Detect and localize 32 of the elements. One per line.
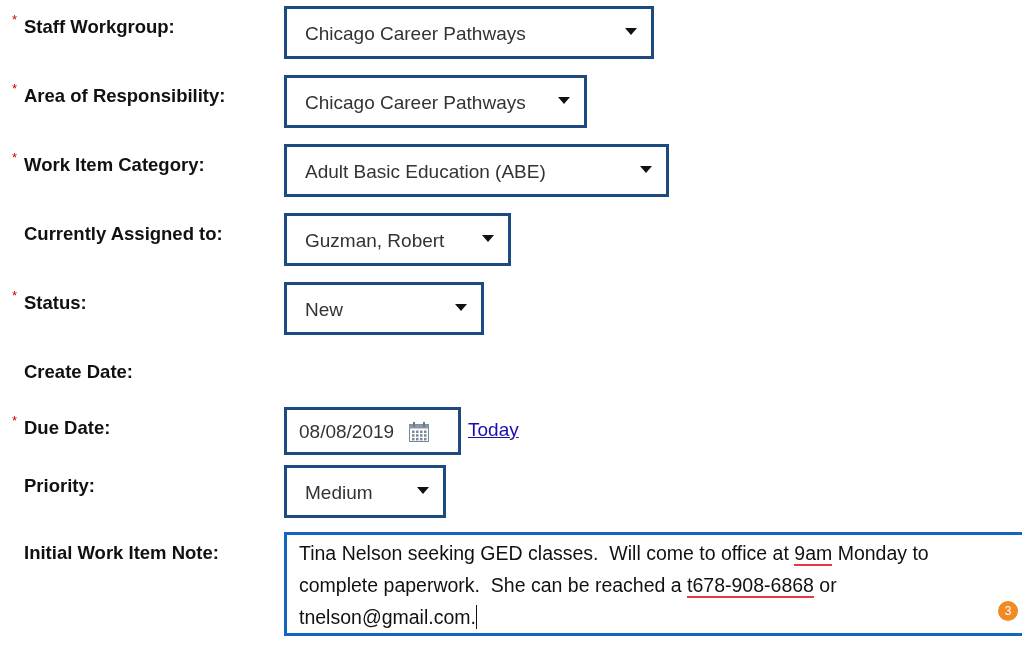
caret-icon — [482, 235, 494, 242]
caret-icon — [558, 97, 570, 104]
required-mark: * — [12, 151, 19, 164]
required-mark: * — [12, 13, 19, 26]
dropdown[interactable]: Chicago Career Pathways — [284, 75, 587, 128]
date-field[interactable]: 08/08/2019 — [284, 407, 461, 455]
field-label: Create Date: — [24, 360, 133, 384]
dropdown[interactable]: Medium — [284, 465, 446, 518]
calendar-icon[interactable] — [408, 421, 431, 443]
caret-icon — [640, 166, 652, 173]
field-label: Currently Assigned to: — [24, 222, 223, 246]
note-textarea[interactable]: Tina Nelson seeking GED classes. Will come to office at 9am Monday to complete paperwork. She can be reached a t678-908-6868 or tnelson@gmail.com. 3 — [284, 532, 1022, 636]
field-label: Initial Work Item Note: — [24, 541, 219, 565]
field-label: Staff Workgroup: — [24, 15, 175, 39]
today-link[interactable]: Today — [468, 416, 519, 445]
caret-icon — [455, 304, 467, 311]
dropdown[interactable]: Adult Basic Education (ABE) — [284, 144, 669, 197]
caret-icon — [417, 487, 429, 494]
dropdown[interactable]: Guzman, Robert — [284, 213, 511, 266]
required-mark: * — [12, 82, 19, 95]
count-badge: 3 — [998, 601, 1018, 621]
field-label: Area of Responsibility: — [24, 84, 226, 108]
required-mark: * — [12, 289, 19, 302]
field-label: Priority: — [24, 474, 95, 498]
dropdown[interactable]: New — [284, 282, 484, 335]
text-cursor — [475, 605, 477, 629]
field-label: Work Item Category: — [24, 153, 205, 177]
dropdown[interactable]: Chicago Career Pathways — [284, 6, 654, 59]
field-label: Status: — [24, 291, 87, 315]
required-mark: * — [12, 414, 19, 427]
caret-icon — [625, 28, 637, 35]
field-label: Due Date: — [24, 416, 111, 440]
